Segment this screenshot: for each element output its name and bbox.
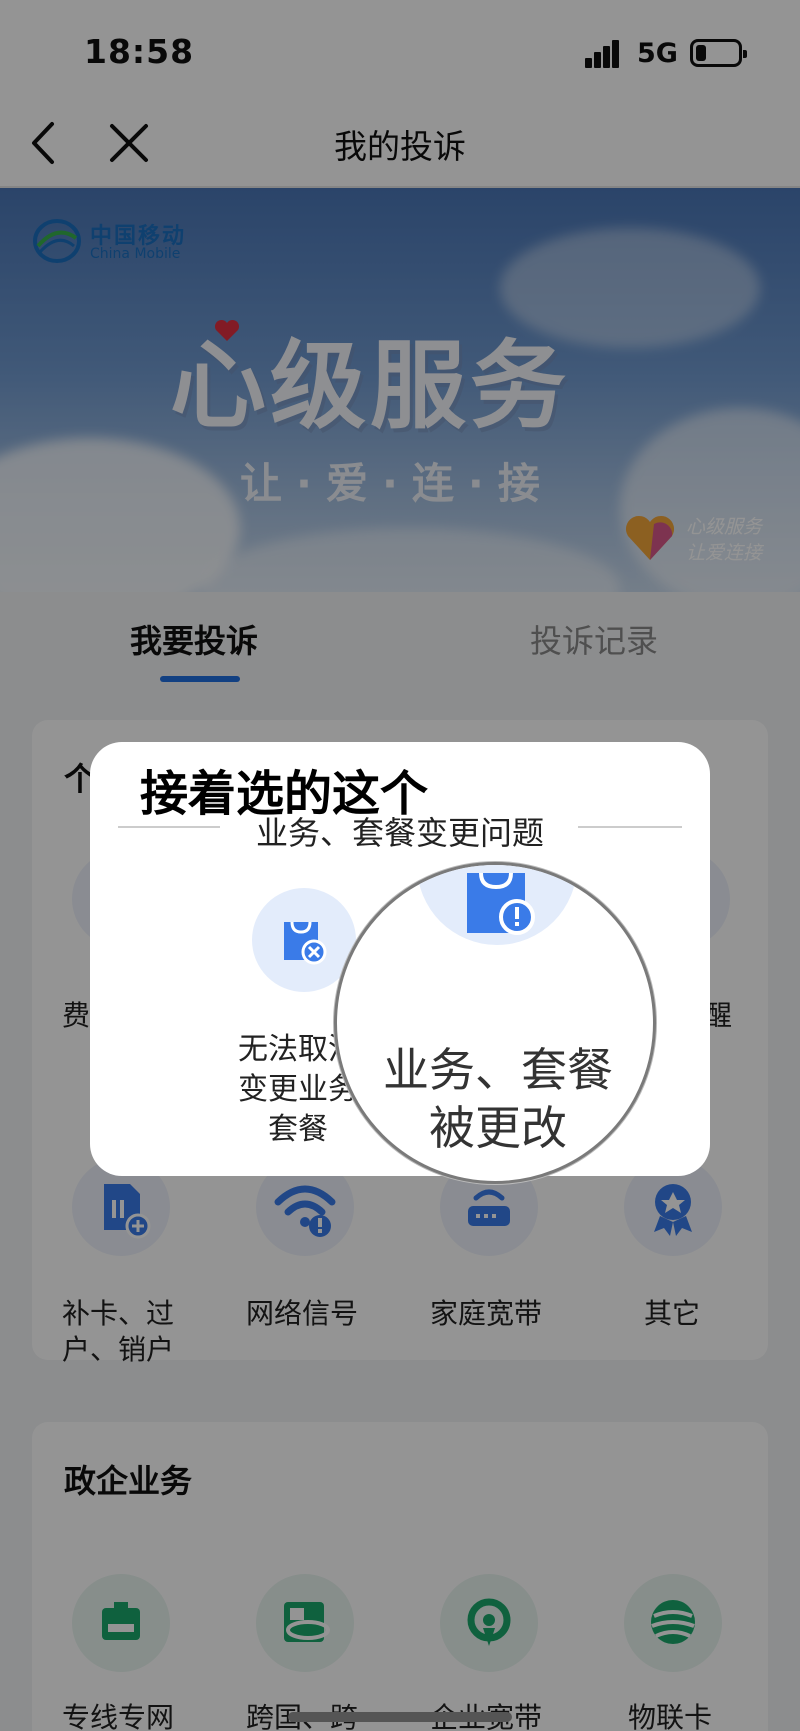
- bag-alert-icon: [467, 872, 535, 935]
- label-line: 业务、套餐: [383, 1043, 613, 1097]
- magnifier-highlight[interactable]: 业务、套餐 被更改: [334, 862, 656, 1184]
- changed-business-label: 业务、套餐 被更改: [337, 1041, 653, 1157]
- home-indicator: [288, 1712, 512, 1722]
- guide-subtitle: 业务、套餐变更问题: [255, 814, 544, 852]
- label-line: 被更改: [429, 1101, 567, 1155]
- changed-business-option[interactable]: [417, 865, 577, 945]
